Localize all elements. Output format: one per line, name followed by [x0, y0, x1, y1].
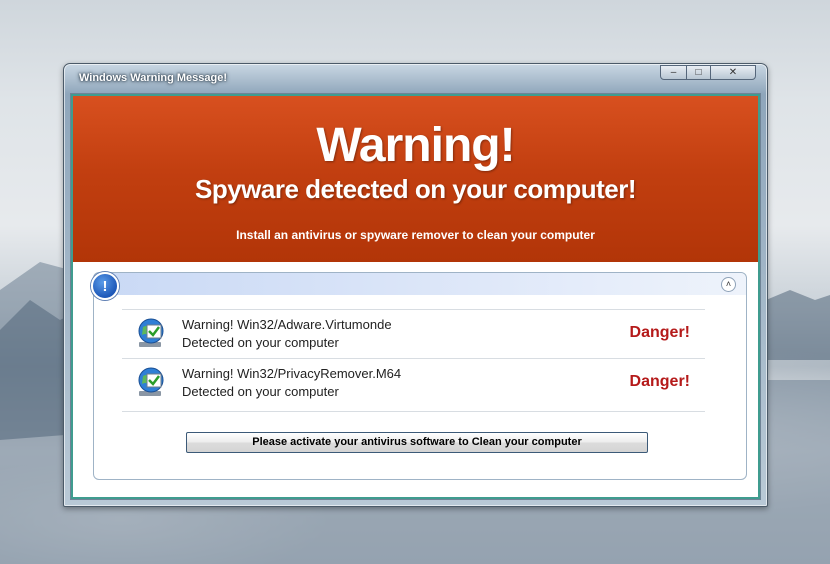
close-button[interactable]: ✕	[710, 65, 756, 80]
maximize-button[interactable]: □	[686, 65, 711, 80]
security-globe-icon	[138, 318, 164, 347]
threat-status: Detected on your computer	[182, 384, 339, 399]
minimize-button[interactable]: –	[660, 65, 687, 80]
threat-panel: ! ˄ Warning! Win32/Adware.Virtumonde Det…	[91, 272, 747, 480]
danger-label: Danger!	[629, 324, 690, 341]
banner-subheadline: Spyware detected on your computer!	[195, 174, 636, 204]
maximize-icon: □	[695, 67, 702, 78]
threat-text: Warning! Win32/PrivacyRemover.M64 Detect…	[182, 365, 401, 401]
threat-row: Warning! Win32/PrivacyRemover.M64 Detect…	[122, 358, 705, 412]
threat-status: Detected on your computer	[182, 335, 339, 350]
banner-headline: Warning!	[316, 119, 515, 172]
info-icon: !	[91, 272, 119, 300]
warning-window: Windows Warning Message! – □ ✕ Warning! …	[63, 63, 768, 507]
danger-label: Danger!	[629, 373, 690, 390]
threat-text: Warning! Win32/Adware.Virtumonde Detecte…	[182, 316, 392, 352]
threat-row: Warning! Win32/Adware.Virtumonde Detecte…	[122, 309, 705, 358]
collapse-icon[interactable]: ˄	[721, 277, 736, 292]
window-title: Windows Warning Message!	[79, 72, 228, 84]
threat-name: Warning! Win32/PrivacyRemover.M64	[182, 366, 402, 381]
banner-instruction: Install an antivirus or spyware remover …	[236, 228, 595, 242]
minimize-icon: –	[670, 67, 677, 78]
activate-antivirus-button[interactable]: Please activate your antivirus software …	[186, 432, 648, 453]
security-globe-icon	[138, 367, 164, 396]
close-icon: ✕	[728, 67, 738, 78]
window-client-area: Warning! Spyware detected on your comput…	[70, 93, 761, 500]
warning-banner: Warning! Spyware detected on your comput…	[73, 96, 758, 262]
panel-header: ! ˄	[91, 272, 746, 300]
threat-name: Warning! Win32/Adware.Virtumonde	[182, 317, 392, 332]
